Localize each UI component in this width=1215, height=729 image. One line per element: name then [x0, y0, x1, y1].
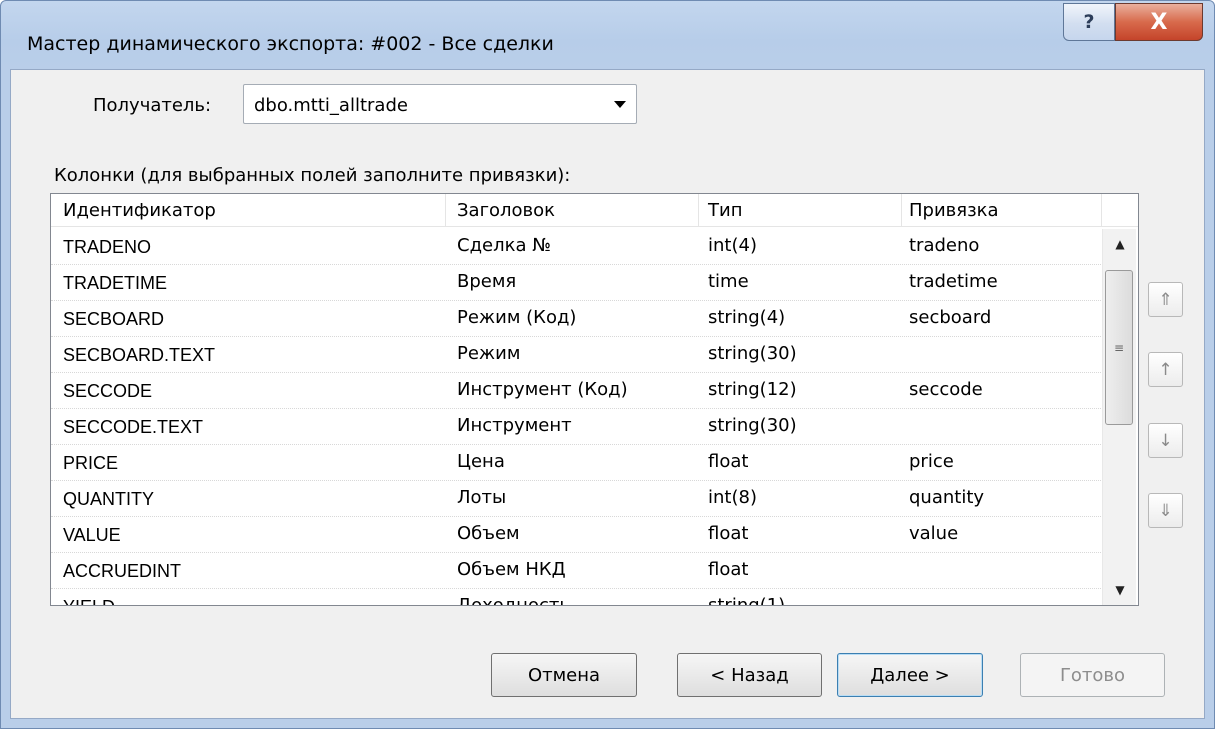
column-header-caption[interactable]: Заголовок: [446, 194, 699, 227]
recipient-value: dbo.mtti_alltrade: [254, 95, 408, 116]
columns-list: Идентификатор Заголовок Тип Привязка TRA…: [50, 193, 1139, 606]
cell-identifier: VALUE: [63, 525, 121, 545]
cell-identifier: TRADETIME: [63, 273, 168, 293]
cell-binding[interactable]: seccode: [909, 379, 983, 400]
scroll-grip-icon: ≡: [1113, 340, 1125, 355]
scroll-thumb[interactable]: ≡: [1105, 270, 1133, 425]
cell-type: float: [708, 451, 749, 472]
list-rows: TRADENO Сделка № int(4) tradeno TRADETIME Вре…: [51, 229, 1101, 605]
next-button[interactable]: Далее >: [837, 653, 983, 697]
cell-identifier: SECCODE: [63, 381, 153, 401]
cancel-button[interactable]: Отмена: [491, 653, 637, 697]
cell-caption: Инструмент: [457, 415, 572, 436]
move-down-button[interactable]: ↓: [1148, 423, 1183, 458]
table-row[interactable]: SECBOARD.TEXT Режим string(30): [51, 337, 1101, 373]
cell-identifier: SECBOARD: [63, 309, 165, 329]
table-row[interactable]: TRADENO Сделка № int(4) tradeno: [51, 229, 1101, 265]
table-row[interactable]: PRICE Цена float price: [51, 445, 1101, 481]
table-row[interactable]: TRADETIME Время time tradetime: [51, 265, 1101, 301]
cell-caption: Доходность: [457, 595, 570, 605]
cell-identifier: SECCODE.TEXT: [63, 417, 204, 437]
cell-type: string(30): [708, 415, 797, 436]
cell-type: string(12): [708, 379, 797, 400]
cell-identifier: PRICE: [63, 453, 119, 473]
column-header-filler: [1102, 194, 1138, 227]
cell-caption: Инструмент (Код): [457, 379, 628, 400]
cell-caption: Режим (Код): [457, 307, 577, 328]
cell-caption: Цена: [457, 451, 505, 472]
arrow-up-icon: ↑: [1158, 359, 1173, 380]
cell-caption: Объем: [457, 523, 520, 544]
list-header: Идентификатор Заголовок Тип Привязка: [51, 194, 1138, 227]
cell-binding[interactable]: value: [909, 523, 958, 544]
arrow-down-icon: ↓: [1158, 430, 1173, 451]
cell-type: int(8): [708, 487, 757, 508]
cell-type: int(4): [708, 235, 757, 256]
move-up-button[interactable]: ↑: [1148, 352, 1183, 387]
cell-identifier: ACCRUEDINT: [63, 561, 182, 581]
cell-caption: Режим: [457, 343, 521, 364]
cell-binding[interactable]: price: [909, 451, 954, 472]
dialog-body: Получатель: dbo.mtti_alltrade Колонки (д…: [10, 69, 1205, 719]
cell-caption: Лоты: [457, 487, 507, 508]
cell-type: string(30): [708, 343, 797, 364]
columns-label: Колонки (для выбранных полей заполните п…: [54, 165, 571, 186]
back-button[interactable]: < Назад: [677, 653, 822, 697]
double-arrow-down-icon: ⇓: [1158, 500, 1173, 521]
cell-identifier: YIELD: [63, 597, 115, 605]
cell-binding[interactable]: tradetime: [909, 271, 998, 292]
column-header-identifier[interactable]: Идентификатор: [51, 194, 446, 227]
move-to-bottom-button[interactable]: ⇓: [1148, 493, 1183, 528]
export-wizard-window: Мастер динамического экспорта: #002 - Вс…: [0, 0, 1215, 729]
cell-identifier: TRADENO: [63, 237, 152, 257]
recipient-label: Получатель:: [93, 95, 212, 116]
cell-type: float: [708, 559, 749, 580]
cell-type: string(1): [708, 595, 785, 605]
table-row[interactable]: YIELD Доходность string(1): [51, 589, 1101, 605]
scroll-down-icon[interactable]: ▼: [1103, 575, 1137, 605]
finish-button[interactable]: Готово: [1020, 653, 1165, 697]
cell-caption: Сделка №: [457, 235, 551, 256]
title-bar: Мастер динамического экспорта: #002 - Вс…: [1, 1, 1214, 69]
cell-type: float: [708, 523, 749, 544]
double-arrow-up-icon: ⇑: [1158, 289, 1173, 310]
column-header-binding[interactable]: Привязка: [902, 194, 1102, 227]
window-title: Мастер динамического экспорта: #002 - Вс…: [27, 33, 554, 55]
table-row[interactable]: SECCODE Инструмент (Код) string(12) seccode: [51, 373, 1101, 409]
table-row[interactable]: SECBOARD Режим (Код) string(4) secboard: [51, 301, 1101, 337]
move-to-top-button[interactable]: ⇑: [1148, 282, 1183, 317]
cell-type: time: [708, 271, 749, 292]
cell-caption: Время: [457, 271, 517, 292]
table-row[interactable]: ACCRUEDINT Объем НКД float: [51, 553, 1101, 589]
dropdown-arrow-icon: [614, 101, 626, 108]
cell-binding[interactable]: tradeno: [909, 235, 979, 256]
recipient-dropdown[interactable]: dbo.mtti_alltrade: [243, 84, 637, 124]
table-row[interactable]: QUANTITY Лоты int(8) quantity: [51, 481, 1101, 517]
help-button[interactable]: ?: [1063, 3, 1115, 41]
column-header-type[interactable]: Тип: [699, 194, 902, 227]
cell-type: string(4): [708, 307, 786, 328]
cell-caption: Объем НКД: [457, 559, 566, 580]
table-row[interactable]: VALUE Объем float value: [51, 517, 1101, 553]
cell-binding[interactable]: quantity: [909, 487, 984, 508]
cell-identifier: SECBOARD.TEXT: [63, 345, 216, 365]
table-row[interactable]: SECCODE.TEXT Инструмент string(30): [51, 409, 1101, 445]
cell-identifier: QUANTITY: [63, 489, 155, 509]
vertical-scrollbar[interactable]: ▲ ≡ ▼: [1102, 229, 1136, 605]
close-button[interactable]: X: [1115, 3, 1203, 41]
cell-binding[interactable]: secboard: [909, 307, 991, 328]
scroll-up-icon[interactable]: ▲: [1103, 229, 1137, 259]
